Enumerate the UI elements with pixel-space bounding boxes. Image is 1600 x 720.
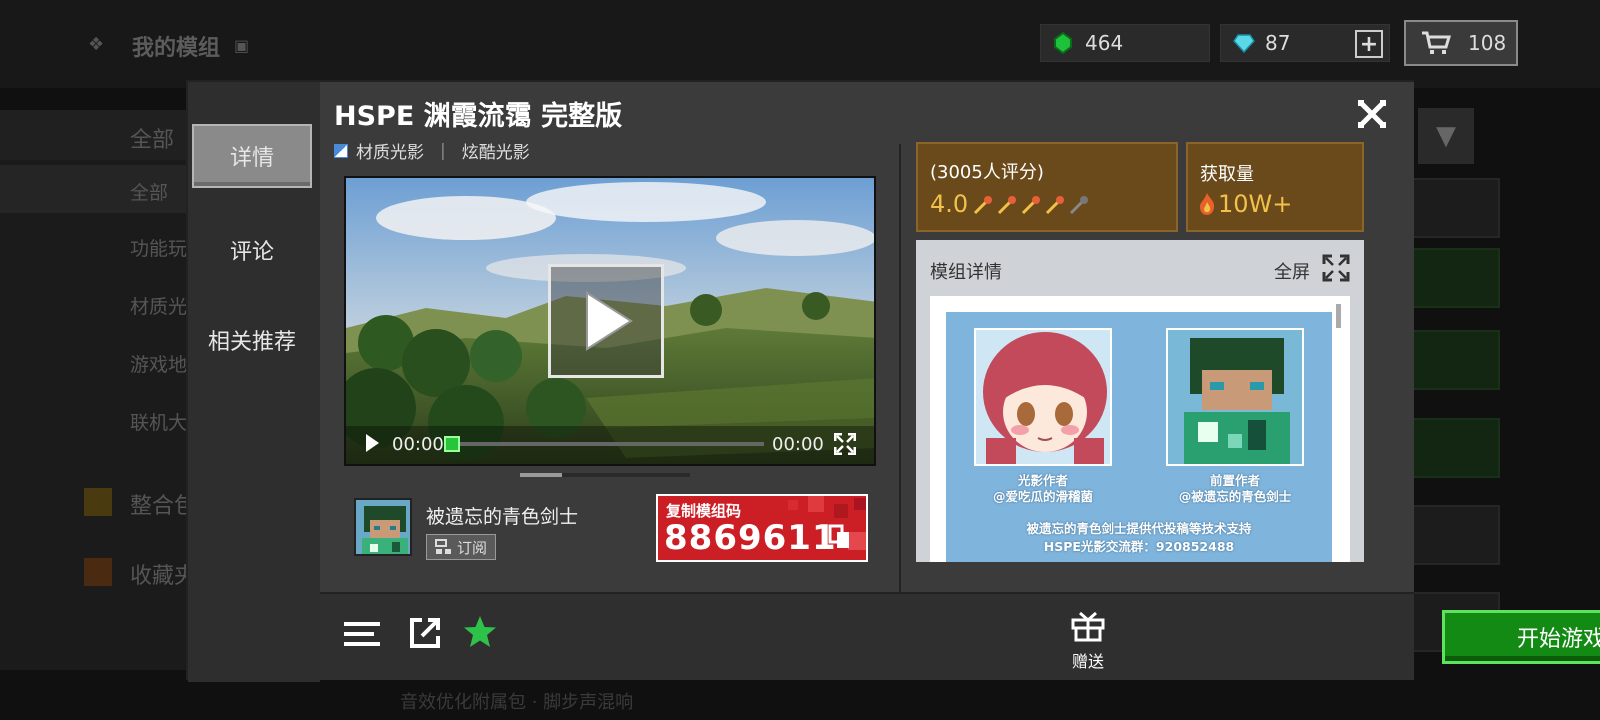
bg-category-function[interactable]: 功能玩 (130, 234, 187, 261)
details-image: 光影作者 @爱吃瓜的滑稽菌 前置作者 @被遗忘的青色剑士 被遗忘的青色剑士提供代… (946, 312, 1332, 562)
tab-comments[interactable]: 评论 (192, 218, 312, 282)
bg-category-map[interactable]: 游戏地 (130, 350, 187, 377)
bg-category-multiplayer[interactable]: 联机大 (130, 408, 187, 435)
subscribe-icon (435, 539, 451, 554)
video-progress-bar[interactable] (446, 442, 764, 446)
rating-stars (972, 194, 1090, 216)
play-overlay-button[interactable] (548, 264, 664, 378)
gift-button[interactable]: 赠送 (1068, 610, 1108, 672)
emerald-icon (1054, 32, 1072, 54)
page-title: 我的模组 (132, 36, 221, 61)
bg-category-all-header[interactable]: 全部 (130, 122, 174, 154)
support-note: 被遗忘的青色剑士提供代投稿等技术支持 (1026, 521, 1252, 536)
dialog-footer: 赠送 开始游戏 (320, 592, 1600, 680)
details-header: 模组详情 (930, 262, 1002, 283)
bg-category-all[interactable]: 全部 (130, 178, 168, 205)
rating-star-icon (1021, 196, 1040, 215)
rating-count: (3005人评分) (930, 162, 1044, 183)
subscribe-button[interactable]: 订阅 (426, 534, 497, 560)
cart-button[interactable]: 108 (1404, 20, 1518, 66)
fire-icon (1200, 193, 1215, 215)
help-icon[interactable]: ▣ (234, 36, 249, 55)
emerald-balance: 464 (1040, 24, 1210, 62)
diamond-count: 87 (1265, 31, 1291, 55)
author-name[interactable]: 被遗忘的青色剑士 (426, 502, 578, 529)
mod-title: HSPE 渊霞流霭 完整版 (334, 101, 623, 132)
details-content: 光影作者 @爱吃瓜的滑稽菌 前置作者 @被遗忘的青色剑士 被遗忘的青色剑士提供代… (930, 296, 1350, 562)
mod-details-card: 模组详情 全屏 光影作者 @爱吃瓜的滑稽菌 前置作者 @被遗忘的青色剑士 被遗忘… (916, 240, 1364, 562)
menu-icon[interactable] (344, 620, 380, 652)
video-play-icon[interactable] (364, 432, 380, 459)
start-game-button[interactable]: 开始游戏 (1442, 610, 1600, 664)
video-progress-handle[interactable] (444, 436, 460, 452)
details-fullscreen-icon[interactable] (1322, 254, 1350, 286)
close-icon[interactable] (1356, 98, 1388, 130)
gift-label: 赠送 (1071, 652, 1104, 671)
video-current-time: 00:00 (392, 434, 444, 455)
copy-mod-code-button[interactable]: 复制模组码 8869611 (656, 494, 868, 562)
rating-card: (3005人评分) 4.0 (916, 142, 1178, 232)
mod-detail-dialog: 详情 评论 相关推荐 HSPE 渊霞流霭 完整版 材质光影 | 炫酷光影 00:… (186, 80, 1600, 682)
tab-details[interactable]: 详情 (192, 124, 312, 188)
video-fullscreen-icon[interactable] (833, 432, 857, 459)
rating-star-icon (997, 196, 1016, 215)
details-fullscreen-label[interactable]: 全屏 (1274, 258, 1310, 284)
tag-texture-shader[interactable]: 材质光影 (356, 138, 424, 163)
emerald-count: 464 (1085, 31, 1124, 55)
folder-icon (84, 488, 112, 516)
author-avatar[interactable] (354, 498, 412, 556)
details-scrollbar[interactable] (1336, 304, 1341, 328)
cart-icon (1422, 31, 1452, 54)
downloads-card: 获取量 10W+ (1186, 142, 1364, 232)
shader-author-handle: @爱吃瓜的滑稽菌 (992, 489, 1093, 504)
texture-tag-icon (334, 143, 348, 158)
rating-star-icon (1045, 196, 1064, 215)
add-currency-button[interactable]: + (1355, 30, 1383, 58)
tag-list: 材质光影 | 炫酷光影 (334, 138, 530, 163)
details-panel: HSPE 渊霞流霭 完整版 材质光影 | 炫酷光影 00:00 00:00 被遗… (320, 82, 1414, 592)
bg-category-texture[interactable]: 材质光 (130, 292, 187, 319)
bg-list-item-text: 音效优化附属包 · 脚步声混响 (400, 692, 634, 713)
downloads-count: 10W+ (1218, 190, 1293, 218)
diamond-icon (1233, 34, 1255, 53)
back-icon[interactable]: ❖ (88, 34, 104, 55)
downloads-label: 获取量 (1200, 164, 1254, 185)
rating-star-icon (973, 196, 992, 215)
prerequisite-author-avatar (1166, 328, 1304, 466)
mod-code: 8869611 (664, 518, 837, 558)
shader-author-avatar (974, 328, 1112, 466)
favorite-star-icon[interactable] (462, 614, 498, 654)
video-player[interactable]: 00:00 00:00 (344, 176, 876, 466)
rating-score: 4.0 (930, 190, 969, 218)
favorites-icon (84, 558, 112, 586)
play-icon (586, 291, 633, 351)
copy-icon (828, 524, 852, 554)
dialog-tabs: 详情 评论 相关推荐 (188, 82, 320, 682)
gift-icon (1071, 611, 1105, 642)
share-icon[interactable] (408, 616, 442, 654)
cart-count: 108 (1468, 31, 1507, 55)
media-carousel-indicator (520, 473, 690, 477)
tab-recommended[interactable]: 相关推荐 (192, 308, 312, 372)
video-total-time: 00:00 (772, 434, 824, 455)
diamond-balance: 87 + (1220, 24, 1390, 62)
qq-group-note: HSPE光影交流群：920852488 (1043, 539, 1235, 554)
tag-cool-shader[interactable]: 炫酷光影 (462, 138, 530, 163)
prerequisite-author-handle: @被遗忘的青色剑士 (1178, 489, 1292, 504)
rating-star-empty-icon (1069, 196, 1088, 215)
filter-icon[interactable]: ▼ (1418, 108, 1474, 164)
